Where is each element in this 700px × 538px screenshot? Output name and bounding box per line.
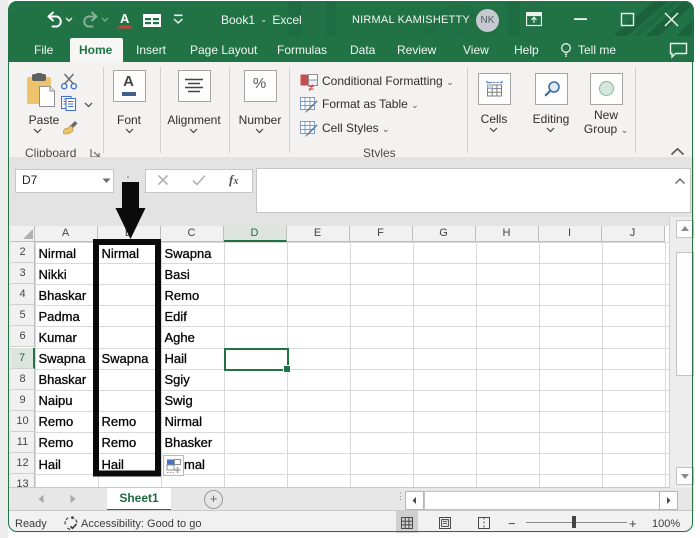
svg-text:A: A [120,11,130,26]
svg-text:≠: ≠ [309,83,315,91]
